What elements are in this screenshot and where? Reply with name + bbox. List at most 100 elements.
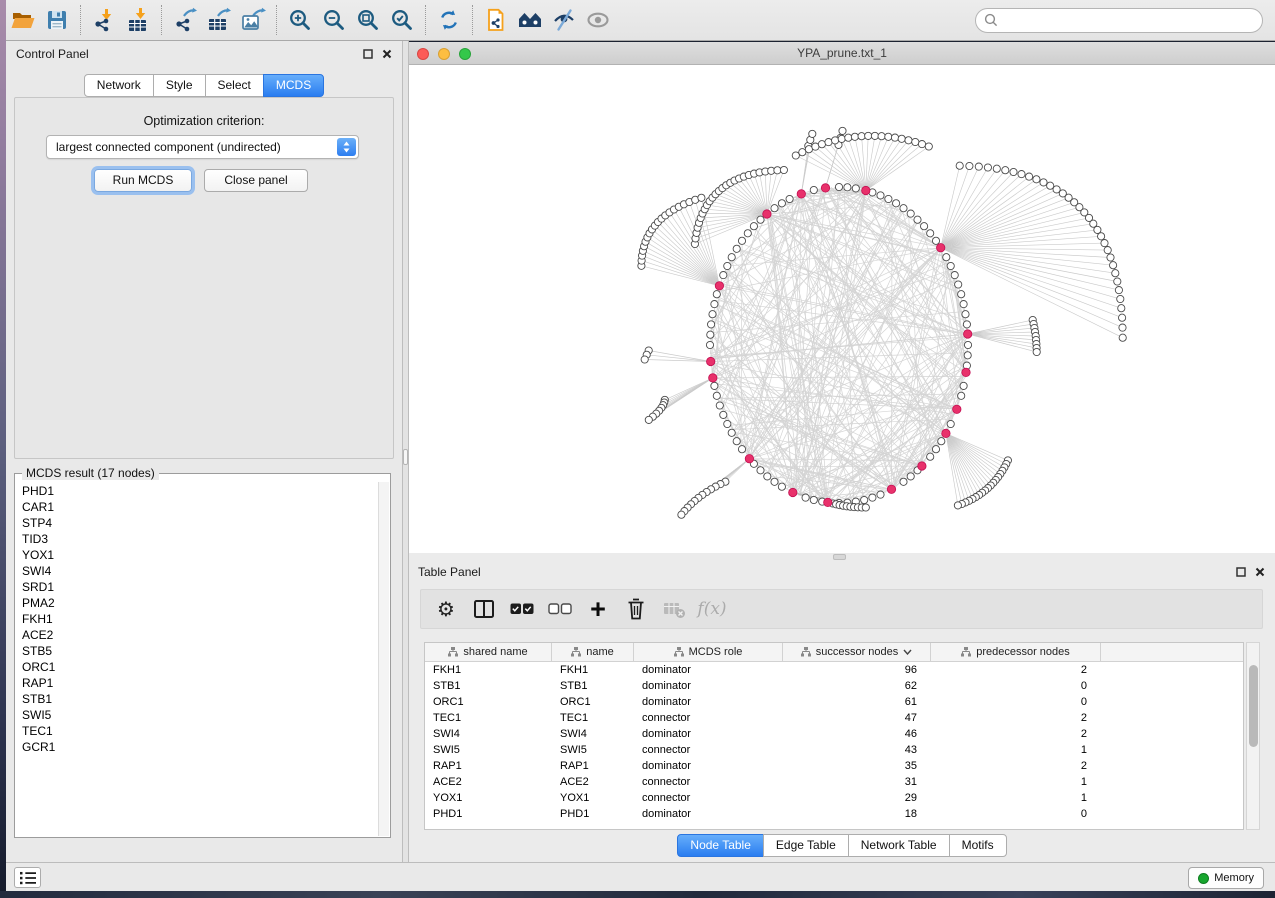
cell-name: SWI4 bbox=[552, 726, 634, 742]
mcds-result-item[interactable]: ACE2 bbox=[17, 627, 378, 643]
show-columns-icon[interactable] bbox=[467, 593, 501, 625]
network-window-titlebar[interactable]: YPA_prune.txt_1 bbox=[409, 42, 1275, 65]
table-row[interactable]: PHD1PHD1dominator180 bbox=[425, 806, 1243, 822]
mcds-result-item[interactable]: STP4 bbox=[17, 515, 378, 531]
export-image-icon[interactable] bbox=[236, 4, 270, 36]
network-window-title: YPA_prune.txt_1 bbox=[797, 46, 887, 60]
window-maximize-icon[interactable] bbox=[459, 48, 471, 60]
mcds-result-item[interactable]: CAR1 bbox=[17, 499, 378, 515]
cell-shared-name: FKH1 bbox=[425, 662, 552, 678]
refresh-layout-icon[interactable] bbox=[432, 4, 466, 36]
show-panels-icon[interactable] bbox=[581, 4, 615, 36]
zoom-selected-icon[interactable] bbox=[385, 4, 419, 36]
deselect-all-columns-icon[interactable] bbox=[543, 593, 577, 625]
tab-network[interactable]: Network bbox=[84, 74, 154, 97]
search-input[interactable] bbox=[975, 8, 1263, 33]
column-header-successor-nodes[interactable]: successor nodes bbox=[783, 643, 931, 661]
mcds-result-item[interactable]: GCR1 bbox=[17, 739, 378, 755]
column-settings-gear-icon[interactable]: ⚙ bbox=[429, 593, 463, 625]
mcds-result-item[interactable]: TID3 bbox=[17, 531, 378, 547]
zoom-in-icon[interactable] bbox=[283, 4, 317, 36]
tab-select[interactable]: Select bbox=[205, 74, 264, 97]
mcds-result-item[interactable]: PMA2 bbox=[17, 595, 378, 611]
vertical-splitter-handle[interactable] bbox=[403, 449, 408, 465]
mcds-result-item[interactable]: STB1 bbox=[17, 691, 378, 707]
cell-MCDS-role: connector bbox=[634, 710, 783, 726]
cell-successor-nodes: 29 bbox=[783, 790, 931, 806]
table-row[interactable]: SWI5SWI5connector431 bbox=[425, 742, 1243, 758]
column-header-shared-name[interactable]: shared name bbox=[425, 643, 552, 661]
task-history-button[interactable] bbox=[14, 867, 41, 888]
mcds-result-item[interactable]: ORC1 bbox=[17, 659, 378, 675]
mcds-result-item[interactable]: SRD1 bbox=[17, 579, 378, 595]
import-network-icon[interactable] bbox=[87, 4, 121, 36]
mcds-result-item[interactable]: RAP1 bbox=[17, 675, 378, 691]
add-column-icon[interactable]: + bbox=[581, 593, 615, 625]
import-table-icon[interactable] bbox=[121, 4, 155, 36]
table-scrollbar[interactable] bbox=[1246, 642, 1260, 830]
mcds-result-list[interactable]: PHD1CAR1STP4TID3YOX1SWI4SRD1PMA2FKH1ACE2… bbox=[17, 483, 378, 835]
cell-shared-name: SWI4 bbox=[425, 726, 552, 742]
save-session-icon[interactable] bbox=[40, 4, 74, 36]
vertical-splitter[interactable] bbox=[402, 41, 409, 862]
table-row[interactable]: ACE2ACE2connector311 bbox=[425, 774, 1243, 790]
window-minimize-icon[interactable] bbox=[438, 48, 450, 60]
zoom-out-icon[interactable] bbox=[317, 4, 351, 36]
table-row[interactable]: RAP1RAP1dominator352 bbox=[425, 758, 1243, 774]
cell-predecessor-nodes: 0 bbox=[931, 806, 1101, 822]
node-table-header: shared namenameMCDS rolesuccessor nodesp… bbox=[425, 643, 1243, 662]
column-header-MCDS-role[interactable]: MCDS role bbox=[634, 643, 783, 661]
export-table-icon[interactable] bbox=[202, 4, 236, 36]
table-scrollbar-thumb[interactable] bbox=[1249, 665, 1258, 747]
table-row[interactable]: TEC1TEC1connector472 bbox=[425, 710, 1243, 726]
criterion-dropdown[interactable]: largest connected component (undirected) bbox=[46, 135, 359, 159]
mcds-result-item[interactable]: STB5 bbox=[17, 643, 378, 659]
mcds-result-item[interactable]: FKH1 bbox=[17, 611, 378, 627]
cell-successor-nodes: 61 bbox=[783, 694, 931, 710]
tab-network-table[interactable]: Network Table bbox=[848, 834, 950, 857]
table-row[interactable]: ORC1ORC1dominator610 bbox=[425, 694, 1243, 710]
memory-button[interactable]: Memory bbox=[1188, 867, 1264, 889]
zoom-fit-icon[interactable] bbox=[351, 4, 385, 36]
horizontal-splitter-handle[interactable] bbox=[833, 554, 846, 560]
sort-descending-icon bbox=[903, 649, 912, 655]
tab-node-table[interactable]: Node Table bbox=[677, 834, 764, 857]
mcds-result-item[interactable]: SWI5 bbox=[17, 707, 378, 723]
tab-edge-table[interactable]: Edge Table bbox=[763, 834, 849, 857]
float-panel-icon[interactable] bbox=[363, 49, 373, 59]
run-mcds-button[interactable]: Run MCDS bbox=[94, 169, 192, 192]
export-network-icon[interactable] bbox=[168, 4, 202, 36]
table-row[interactable]: YOX1YOX1connector291 bbox=[425, 790, 1243, 806]
window-close-icon[interactable] bbox=[417, 48, 429, 60]
toolbar-separator bbox=[80, 5, 81, 35]
column-header-predecessor-nodes[interactable]: predecessor nodes bbox=[931, 643, 1101, 661]
attribute-type-icon bbox=[571, 647, 581, 657]
close-panel-icon[interactable] bbox=[382, 49, 392, 59]
mcds-result-item[interactable]: SWI4 bbox=[17, 563, 378, 579]
network-view-canvas[interactable] bbox=[409, 65, 1275, 553]
mcds-result-item[interactable]: YOX1 bbox=[17, 547, 378, 563]
table-row[interactable]: SWI4SWI4dominator462 bbox=[425, 726, 1243, 742]
close-panel-button[interactable]: Close panel bbox=[204, 169, 308, 192]
table-row[interactable]: FKH1FKH1dominator962 bbox=[425, 662, 1243, 678]
tab-mcds[interactable]: MCDS bbox=[263, 74, 324, 97]
column-header-name[interactable]: name bbox=[552, 643, 634, 661]
clone-network-icon[interactable] bbox=[479, 4, 513, 36]
open-session-icon[interactable] bbox=[6, 4, 40, 36]
table-row[interactable]: STB1STB1dominator620 bbox=[425, 678, 1243, 694]
tab-style[interactable]: Style bbox=[153, 74, 206, 97]
network-overview-icon[interactable] bbox=[513, 4, 547, 36]
attribute-type-icon bbox=[961, 647, 971, 657]
float-panel-icon[interactable] bbox=[1236, 567, 1246, 577]
close-panel-icon[interactable] bbox=[1255, 567, 1265, 577]
tab-motifs[interactable]: Motifs bbox=[949, 834, 1007, 857]
mcds-result-item[interactable]: TEC1 bbox=[17, 723, 378, 739]
mcds-result-scrollbar[interactable] bbox=[378, 482, 389, 836]
select-all-columns-icon[interactable] bbox=[505, 593, 539, 625]
hide-panels-icon[interactable] bbox=[547, 4, 581, 36]
mcds-result-item[interactable]: PHD1 bbox=[17, 483, 378, 499]
memory-label: Memory bbox=[1214, 872, 1254, 884]
delete-column-icon[interactable] bbox=[619, 593, 653, 625]
cell-predecessor-nodes: 0 bbox=[931, 694, 1101, 710]
desktop-wallpaper-bottom bbox=[0, 891, 1275, 898]
